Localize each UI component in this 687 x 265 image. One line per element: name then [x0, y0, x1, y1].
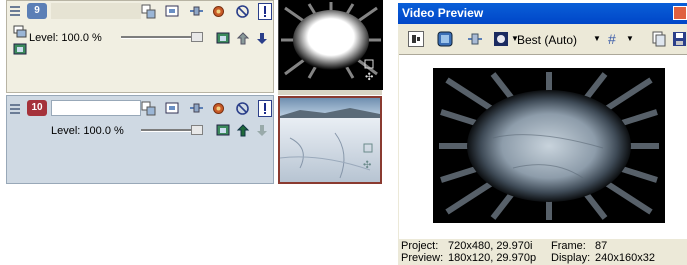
track-motion-icon[interactable] [165, 101, 180, 116]
make-compositing-parent-icon[interactable] [236, 123, 251, 138]
level-label: Level: 100.0 % [29, 32, 102, 44]
track-header-9[interactable]: 9 Level: 100.0 % [6, 0, 274, 93]
track-name-field[interactable] [51, 100, 141, 116]
quality-dropdown-arrow[interactable]: ▼ [593, 34, 601, 43]
track-composite-icon[interactable] [216, 31, 231, 46]
track-header-10[interactable]: 10 Level: 100.0 % [6, 95, 274, 184]
track-menu-icon[interactable] [10, 102, 20, 114]
grid-icon[interactable]: # [608, 31, 624, 47]
mute-icon[interactable] [235, 4, 250, 19]
timeline-clip-snow[interactable]: ✣ [278, 96, 382, 184]
video-output-fx-icon[interactable] [408, 31, 424, 47]
timeline-clip-mask[interactable]: ✣ [278, 0, 383, 90]
level-label: Level: 100.0 % [51, 125, 124, 137]
display-value: 240x160x32 [595, 252, 655, 264]
split-screen-icon[interactable] [467, 31, 483, 47]
make-compositing-child-icon[interactable] [255, 31, 270, 46]
track-fx-icon[interactable] [211, 101, 226, 116]
project-value: 720x480, 29.970i [448, 240, 533, 252]
copy-snapshot-icon[interactable] [651, 31, 667, 47]
level-slider-thumb[interactable] [191, 125, 203, 135]
display-label: Display: [551, 252, 591, 264]
composite-mode-icon[interactable] [13, 42, 28, 57]
save-snapshot-icon[interactable] [672, 31, 687, 47]
track-number: 10 [27, 100, 47, 116]
make-compositing-child-icon[interactable] [255, 123, 270, 138]
track-number: 9 [27, 3, 47, 19]
parent-composite-icon[interactable] [189, 4, 204, 19]
window-title: Video Preview [398, 3, 687, 24]
level-slider-thumb[interactable] [191, 32, 203, 42]
svg-text:✣: ✣ [365, 72, 373, 83]
project-label: Project: [401, 240, 439, 252]
grid-dropdown-arrow[interactable]: ▼ [626, 34, 634, 43]
parent-composite-icon[interactable] [189, 101, 204, 116]
mask-thumbnail: ✣ [279, 0, 383, 90]
track-menu-icon[interactable] [10, 4, 20, 16]
solo-icon[interactable] [258, 3, 272, 20]
preview-toolbar: ▼ Best (Auto) ▼ # ▼ [398, 24, 687, 54]
video-preview-window: Video Preview ▼ Best (Auto) ▼ # ▼ Projec… [398, 3, 687, 265]
preview-image [433, 68, 665, 223]
solo-icon[interactable] [258, 100, 272, 117]
overlays-icon[interactable] [493, 31, 509, 47]
mute-icon[interactable] [235, 101, 250, 116]
clip-divider [278, 90, 382, 95]
preview-label: Preview: [401, 252, 444, 264]
expand-track-layers-icon[interactable] [13, 25, 28, 40]
preview-canvas[interactable] [399, 54, 687, 240]
preview-quality-dropdown[interactable]: Best (Auto) [517, 33, 577, 47]
track-composite-icon[interactable] [216, 123, 231, 138]
preview-status-bar: Project: 720x480, 29.970i Frame: 87 Prev… [399, 239, 687, 265]
preview-value: 180x120, 29.970p [448, 252, 537, 264]
svg-text:✣: ✣ [363, 160, 371, 171]
frame-label: Frame: [551, 240, 586, 252]
compositing-mode-icon[interactable] [141, 101, 156, 116]
level-slider-track[interactable] [121, 36, 201, 39]
make-compositing-parent-icon[interactable] [236, 31, 251, 46]
track-fx-icon[interactable] [211, 4, 226, 19]
snow-thumbnail: ✣ [280, 98, 380, 182]
external-monitor-icon[interactable] [437, 31, 453, 47]
frame-value: 87 [595, 240, 608, 252]
close-icon[interactable] [673, 6, 687, 20]
preview-frame [433, 68, 665, 223]
track-motion-icon[interactable] [165, 4, 180, 19]
track-name-field[interactable] [51, 3, 141, 19]
compositing-mode-icon[interactable] [141, 4, 156, 19]
